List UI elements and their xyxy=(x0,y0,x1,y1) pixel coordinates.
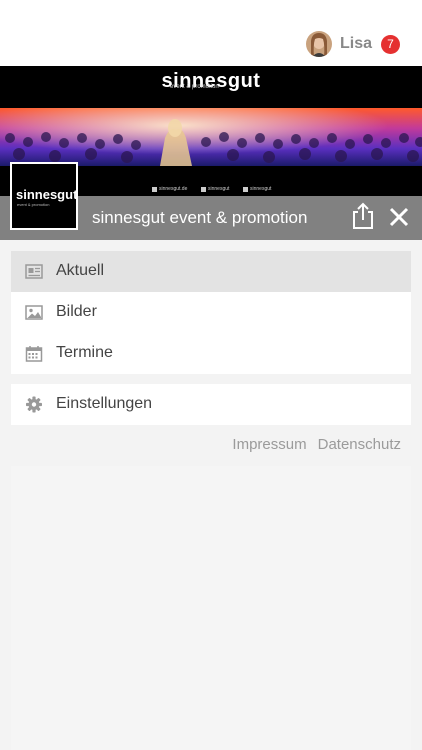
notification-badge[interactable]: 7 xyxy=(381,34,400,54)
user-profile[interactable]: Lisa 7 xyxy=(305,30,400,58)
footer-links: Impressum Datenschutz xyxy=(232,436,401,453)
logo-brand: sinnesgut xyxy=(16,187,78,202)
settings-menu: Einstellungen xyxy=(11,384,411,425)
menu-item-bilder[interactable]: Bilder xyxy=(11,292,411,333)
gear-icon xyxy=(26,396,42,413)
close-icon[interactable] xyxy=(388,206,410,228)
datenschutz-link[interactable]: Datenschutz xyxy=(318,436,401,453)
top-bar: Lisa 7 xyxy=(0,0,422,66)
menu-item-termine[interactable]: Termine xyxy=(11,333,411,374)
social-facebook: sinnesgut xyxy=(243,186,271,192)
social-website: sinnesgut.de xyxy=(152,186,187,192)
username[interactable]: Lisa xyxy=(340,35,372,53)
share-icon[interactable] xyxy=(350,202,376,230)
banner-tagline: event & promotion xyxy=(170,84,219,90)
content-area xyxy=(11,466,411,750)
menu-label-termine[interactable]: Termine xyxy=(56,344,113,362)
impressum-link[interactable]: Impressum xyxy=(232,436,306,453)
main-menu: Aktuell Bilder Termine xyxy=(11,251,411,374)
image-icon xyxy=(25,305,43,320)
logo-tagline: event & promotion xyxy=(17,202,50,207)
menu-item-aktuell[interactable]: Aktuell xyxy=(11,251,411,292)
page-logo: sinnesgut event & promotion xyxy=(10,162,78,230)
close-button[interactable] xyxy=(388,206,410,228)
share-button[interactable] xyxy=(350,202,376,230)
crowd-image xyxy=(0,108,422,166)
menu-label-aktuell[interactable]: Aktuell xyxy=(56,262,104,280)
social-instagram: sinnesgut xyxy=(201,186,229,192)
menu-item-einstellungen[interactable]: Einstellungen xyxy=(11,384,411,425)
menu-label-bilder[interactable]: Bilder xyxy=(56,303,97,321)
menu-label-einstellungen[interactable]: Einstellungen xyxy=(56,395,152,413)
avatar[interactable] xyxy=(305,31,332,57)
newspaper-icon xyxy=(25,264,43,279)
page-title: sinnesgut event & promotion xyxy=(92,208,308,227)
calendar-icon xyxy=(25,346,43,362)
